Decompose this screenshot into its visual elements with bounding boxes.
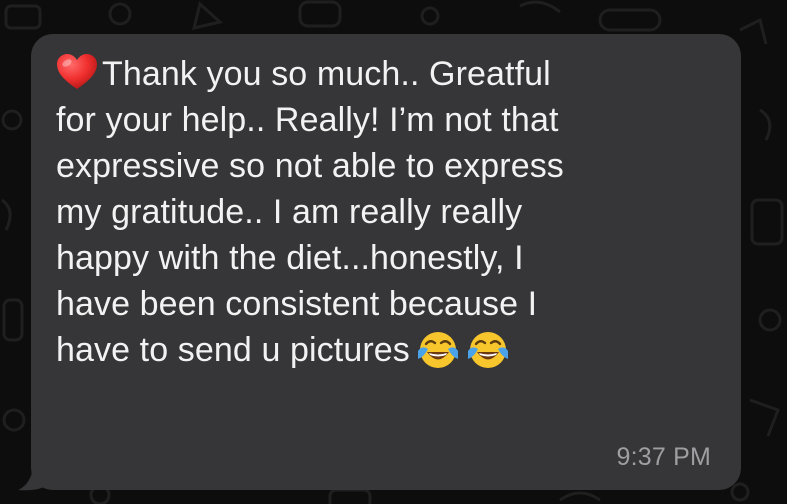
message-line-text: have to send u pictures [56, 331, 410, 369]
message-line: expressive so not able to express [56, 147, 564, 185]
message-line: for your help.. Really! I’m not that [56, 101, 559, 139]
red-heart-icon [57, 54, 97, 89]
message-line-text: Thank you so much.. Greatful [102, 55, 551, 93]
message-line: my gratitude.. I am really really [56, 193, 523, 231]
message-line: have been consistent because I [56, 285, 538, 323]
message-text: Thank you so much.. Greatful for your he… [56, 51, 716, 373]
message-line: happy with the diet...honestly, I [56, 239, 524, 277]
face-with-tears-of-joy-icon [467, 332, 508, 368]
message-line: Thank you so much.. Greatful [56, 51, 716, 97]
message-bubble[interactable]: Thank you so much.. Greatful for your he… [31, 34, 741, 490]
message-line: have to send u pictures [56, 327, 716, 373]
message-timestamp: 9:37 PM [616, 443, 711, 471]
face-with-tears-of-joy-icon [417, 332, 458, 368]
